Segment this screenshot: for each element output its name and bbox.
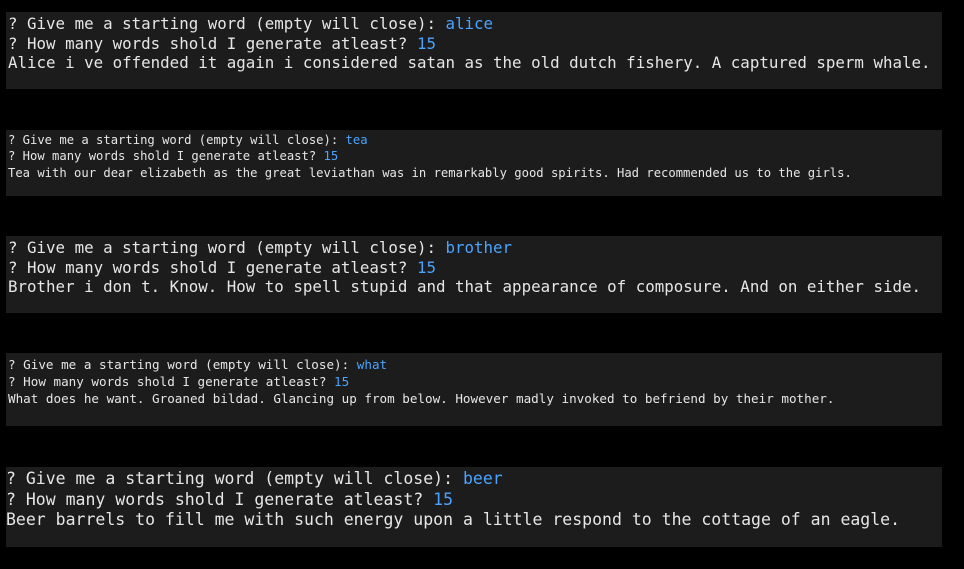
terminal-session-5: ? Give me a starting word (empty will cl… <box>6 467 942 547</box>
terminal-session-2: ? Give me a starting word (empty will cl… <box>6 130 942 196</box>
prompt-word-line: ? Give me a starting word (empty will cl… <box>6 469 942 490</box>
prompt-count-line: ? How many words shold I generate atleas… <box>8 373 942 390</box>
terminal-session-1: ? Give me a starting word (empty will cl… <box>6 12 942 89</box>
prompt-word-line: ? Give me a starting word (empty will cl… <box>8 356 942 373</box>
starting-word-answer: what <box>356 357 388 372</box>
generated-output: Tea with our dear elizabeth as the great… <box>8 165 852 180</box>
prompt-count-line: ? How many words shold I generate atleas… <box>8 258 942 278</box>
prompt-word-line: ? Give me a starting word (empty will cl… <box>8 14 942 34</box>
prompt-count-text: ? How many words shold I generate atleas… <box>8 257 417 277</box>
prompt-count-text: ? How many words shold I generate atleas… <box>8 33 417 53</box>
prompt-word-text: ? Give me a starting word (empty will cl… <box>8 238 446 257</box>
word-count-answer: 15 <box>416 257 436 277</box>
generated-output: Brother i don t. Know. How to spell stup… <box>8 277 922 296</box>
prompt-word-text: ? Give me a starting word (empty will cl… <box>8 14 446 33</box>
prompt-count-line: ? How many words shold I generate atleas… <box>6 490 942 511</box>
word-count-answer: 15 <box>323 149 339 164</box>
word-count-answer: 15 <box>433 489 454 509</box>
word-count-answer: 15 <box>416 33 436 53</box>
terminal-session-4: ? Give me a starting word (empty will cl… <box>6 353 942 426</box>
starting-word-answer: tea <box>345 133 368 147</box>
prompt-word-text: ? Give me a starting word (empty will cl… <box>8 357 357 372</box>
prompt-count-text: ? How many words shold I generate atleas… <box>8 374 335 389</box>
prompt-word-line: ? Give me a starting word (empty will cl… <box>8 132 942 148</box>
starting-word-answer: beer <box>462 469 503 488</box>
starting-word-answer: alice <box>445 14 494 33</box>
generated-output: Beer barrels to fill me with such energy… <box>6 510 901 529</box>
prompt-count-line: ? How many words shold I generate atleas… <box>8 148 942 164</box>
prompt-word-line: ? Give me a starting word (empty will cl… <box>8 238 942 258</box>
prompt-count-text: ? How many words shold I generate atleas… <box>8 149 324 164</box>
prompt-count-line: ? How many words shold I generate atleas… <box>8 34 942 54</box>
generated-output: What does he want. Groaned bildad. Glanc… <box>8 391 835 406</box>
prompt-word-text: ? Give me a starting word (empty will cl… <box>6 469 463 488</box>
terminal-session-3: ? Give me a starting word (empty will cl… <box>6 236 942 313</box>
word-count-answer: 15 <box>334 374 350 389</box>
prompt-count-text: ? How many words shold I generate atleas… <box>6 489 434 509</box>
prompt-word-text: ? Give me a starting word (empty will cl… <box>8 133 346 147</box>
starting-word-answer: brother <box>445 238 513 257</box>
generated-output: Alice i ve offended it again i considere… <box>8 53 931 72</box>
